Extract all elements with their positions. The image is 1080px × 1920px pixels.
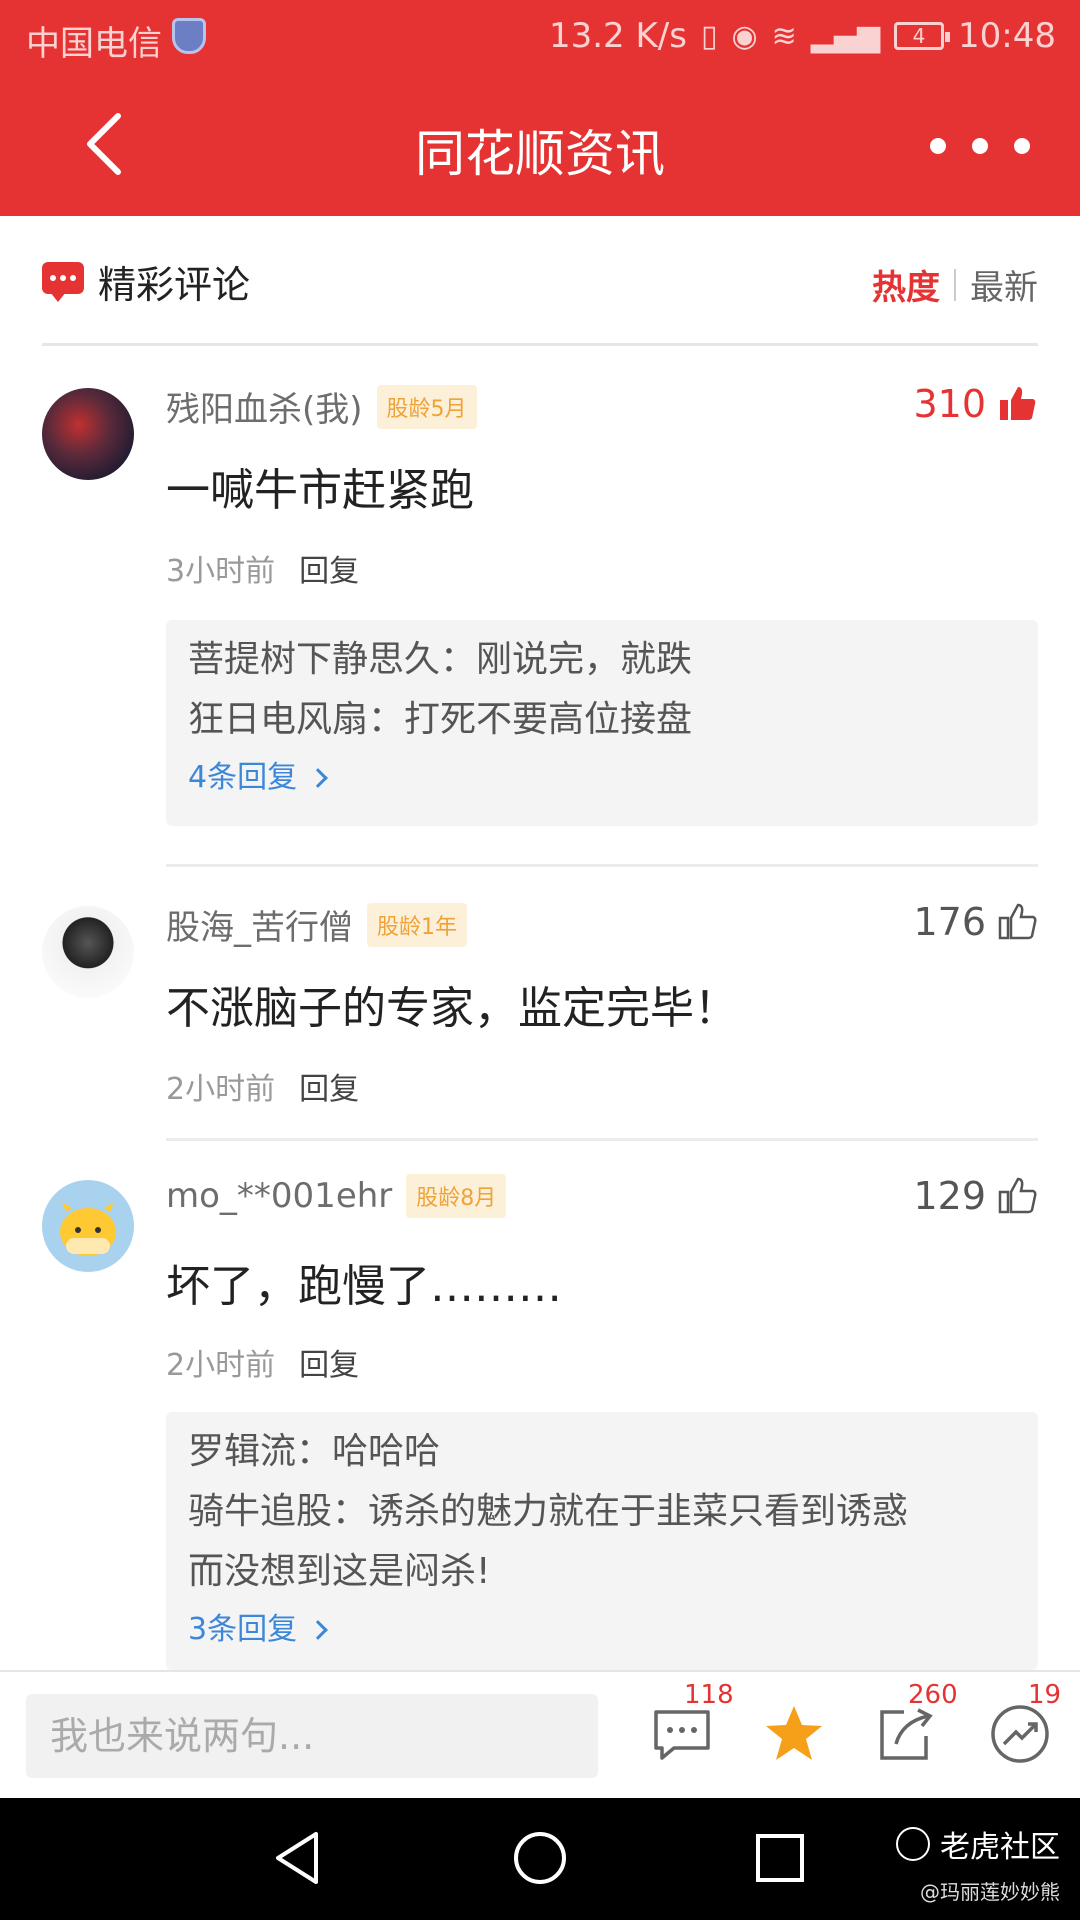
comment-icon xyxy=(654,1710,710,1760)
eye-icon: ◉ xyxy=(731,18,758,54)
watermark: 老虎社区 @玛丽莲妙妙熊 xyxy=(896,1822,1060,1904)
clock: 10:48 xyxy=(958,16,1056,56)
chevron-right-icon xyxy=(308,1620,328,1640)
reply-preview-box[interactable]: 罗辑流：哈哈哈 骑牛追股：诱杀的魅力就在于韭菜只看到诱惑 而没想到这是闷杀! 3… xyxy=(166,1412,1038,1670)
sort-divider xyxy=(954,268,956,301)
network-speed: 13.2 K/s xyxy=(548,16,687,56)
like-count: 129 xyxy=(913,1174,986,1218)
reply-line: 而没想到这是闷杀! xyxy=(188,1551,491,1592)
watermark-user: @玛丽莲妙妙熊 xyxy=(920,1880,1060,1904)
comments-button[interactable]: 118 xyxy=(650,1680,734,1766)
reply-line: 骑牛追股：诱杀的魅力就在于韭菜只看到诱惑 xyxy=(188,1491,909,1532)
comment-author[interactable]: 股海_苦行僧 股龄1年 xyxy=(166,900,467,949)
share-button[interactable]: 260 xyxy=(874,1680,958,1766)
author-name: 股海_苦行僧 xyxy=(166,908,353,948)
section-title: 精彩评论 xyxy=(98,263,251,307)
reply-line: 狂日电风扇：打死不要高位接盘 xyxy=(188,699,693,740)
sort-new-tab[interactable]: 最新 xyxy=(970,260,1038,309)
vibrate-icon: ▯ xyxy=(700,18,718,54)
cow-avatar-icon xyxy=(60,1202,116,1256)
comment-time: 3小时前 xyxy=(166,554,276,589)
thumbs-up-icon xyxy=(998,903,1037,940)
sort-hot-tab[interactable]: 热度 xyxy=(872,260,940,309)
trend-button[interactable]: 19 xyxy=(988,1680,1061,1766)
nav-home-icon[interactable] xyxy=(510,1828,570,1888)
nav-back-icon[interactable] xyxy=(270,1828,330,1888)
wifi-icon: ≋ xyxy=(771,18,797,54)
stock-age-badge: 股龄5月 xyxy=(376,384,477,429)
status-indicators: 13.2 K/s ▯ ◉ ≋ ▂▄▆ 4 10:48 xyxy=(549,16,1056,56)
share-count-badge: 260 xyxy=(908,1680,958,1710)
like-count: 310 xyxy=(913,382,986,426)
comment-text: 不涨脑子的专家，监定完毕！ xyxy=(166,983,738,1034)
reply-button[interactable]: 回复 xyxy=(299,546,359,590)
comment-bubble-icon xyxy=(42,262,84,302)
tiger-logo-icon xyxy=(896,1827,930,1861)
comment-count-badge: 118 xyxy=(684,1680,734,1710)
like-button[interactable]: 129 xyxy=(913,1174,1038,1218)
view-more-replies-link[interactable]: 3条回复 xyxy=(188,1602,1016,1658)
chevron-right-icon xyxy=(308,768,328,788)
more-options-icon[interactable] xyxy=(930,126,1030,166)
like-button[interactable]: 176 xyxy=(913,900,1038,944)
author-name: 残阳血杀(我) xyxy=(166,390,363,430)
comment-divider xyxy=(166,1138,1038,1141)
avatar[interactable] xyxy=(42,906,134,998)
comment-author[interactable]: 残阳血杀(我) 股龄5月 xyxy=(166,382,477,431)
more-replies-label: 4条回复 xyxy=(188,760,298,795)
reply-line: 菩提树下静思久：刚说完，就跌 xyxy=(188,639,693,680)
avatar[interactable] xyxy=(42,1180,134,1272)
like-button[interactable]: 310 xyxy=(913,382,1038,426)
comment-meta: 2小时前 回复 xyxy=(166,1064,359,1108)
comment-time: 2小时前 xyxy=(166,1072,276,1107)
shield-icon xyxy=(172,18,206,54)
system-nav-bar: 老虎社区 @玛丽莲妙妙熊 xyxy=(0,1798,1080,1920)
avatar[interactable] xyxy=(42,388,134,480)
comments-section-header: 精彩评论 热度 最新 xyxy=(42,216,1038,346)
status-bar: 中国电信 13.2 K/s ▯ ◉ ≋ ▂▄▆ 4 10:48 xyxy=(0,0,1080,74)
reply-button[interactable]: 回复 xyxy=(299,1340,359,1384)
comment-meta: 2小时前 回复 xyxy=(166,1340,359,1384)
comment-text: 坏了，跑慢了……… xyxy=(166,1261,562,1312)
signal-icon: ▂▄▆ xyxy=(810,18,881,54)
reply-button[interactable]: 回复 xyxy=(299,1064,359,1108)
comment-input[interactable]: 我也来说两句... xyxy=(26,1694,598,1778)
view-more-replies-link[interactable]: 4条回复 xyxy=(188,750,1016,806)
share-icon xyxy=(880,1708,933,1760)
nav-recents-icon[interactable] xyxy=(750,1828,810,1888)
comment-author[interactable]: mo_**001ehr 股龄8月 xyxy=(166,1174,507,1218)
page-title: 同花顺资讯 xyxy=(415,125,665,183)
star-icon xyxy=(766,1706,822,1760)
comment-meta: 3小时前 回复 xyxy=(166,546,359,590)
trend-icon xyxy=(991,1705,1049,1763)
thumbs-up-filled-icon xyxy=(1000,387,1036,420)
title-bar: 同花顺资讯 xyxy=(0,74,1080,216)
trend-count-badge: 19 xyxy=(1028,1680,1062,1710)
reply-preview-box[interactable]: 菩提树下静思久：刚说完，就跌 狂日电风扇：打死不要高位接盘 4条回复 xyxy=(166,620,1038,826)
sort-toggle: 热度 最新 xyxy=(872,260,1038,309)
stock-age-badge: 股龄8月 xyxy=(406,1174,507,1218)
battery-icon: 4 xyxy=(894,22,951,50)
favorite-button[interactable] xyxy=(762,1702,826,1766)
comment-time: 2小时前 xyxy=(166,1348,276,1383)
thumbs-up-icon xyxy=(998,1177,1037,1214)
reply-line: 罗辑流：哈哈哈 xyxy=(188,1431,441,1472)
watermark-brand: 老虎社区 xyxy=(940,1830,1060,1865)
stock-age-badge: 股龄1年 xyxy=(367,902,467,947)
more-replies-label: 3条回复 xyxy=(188,1612,298,1647)
like-count: 176 xyxy=(913,900,986,944)
comment-text: 一喊牛市赶紧跑 xyxy=(166,465,474,516)
carrier-label: 中国电信 xyxy=(26,24,162,64)
comment-divider xyxy=(166,864,1038,867)
author-name: mo_**001ehr xyxy=(166,1176,393,1216)
bottom-action-bar: 我也来说两句... 118 260 19 xyxy=(0,1670,1080,1798)
